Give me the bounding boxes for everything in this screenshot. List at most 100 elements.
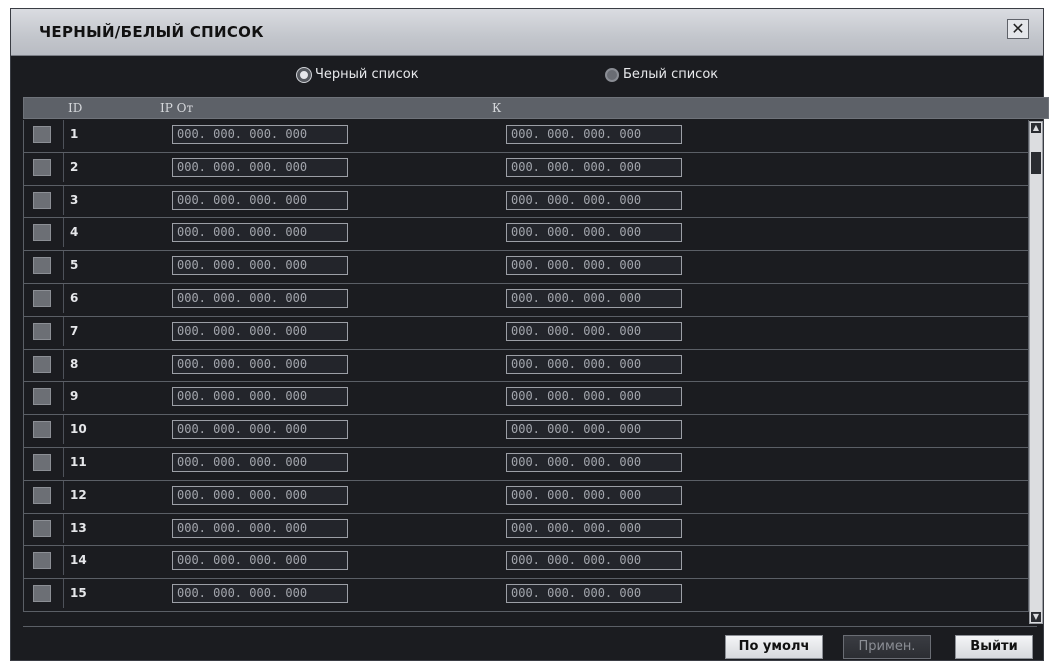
- column-divider: [63, 186, 64, 215]
- apply-button[interactable]: Примен.: [843, 635, 931, 659]
- column-divider: [63, 317, 64, 346]
- ip-to-field[interactable]: 000. 000. 000. 000: [506, 289, 682, 308]
- column-divider: [63, 546, 64, 575]
- default-button[interactable]: По умолч: [725, 635, 823, 659]
- table-row: 2 000. 000. 000. 000 000. 000. 000. 000: [23, 153, 1029, 186]
- row-checkbox[interactable]: [33, 323, 51, 340]
- row-checkbox[interactable]: [33, 487, 51, 504]
- ip-from-field[interactable]: 000. 000. 000. 000: [172, 158, 348, 177]
- scroll-thumb[interactable]: [1031, 152, 1041, 174]
- row-checkbox[interactable]: [33, 454, 51, 471]
- row-id: 10: [70, 422, 87, 436]
- table-row: 11 000. 000. 000. 000 000. 000. 000. 000: [23, 448, 1029, 481]
- header-ip-from: IP От: [160, 101, 194, 115]
- close-icon[interactable]: ✕: [1007, 19, 1029, 39]
- row-checkbox[interactable]: [33, 520, 51, 537]
- table-row: 10 000. 000. 000. 000 000. 000. 000. 000: [23, 415, 1029, 448]
- divider: [23, 626, 1037, 627]
- ip-from-field[interactable]: 000. 000. 000. 000: [172, 289, 348, 308]
- ip-from-field[interactable]: 000. 000. 000. 000: [172, 223, 348, 242]
- ip-to-field[interactable]: 000. 000. 000. 000: [506, 387, 682, 406]
- table-header: ID IP От К: [23, 97, 1049, 119]
- table-row: 7 000. 000. 000. 000 000. 000. 000. 000: [23, 317, 1029, 350]
- row-checkbox[interactable]: [33, 257, 51, 274]
- dialog-title: ЧЕРНЫЙ/БЕЛЫЙ СПИСОК: [39, 23, 264, 41]
- row-checkbox[interactable]: [33, 224, 51, 241]
- exit-button[interactable]: Выйти: [955, 635, 1033, 659]
- radio-unselected-icon: [605, 67, 619, 82]
- column-divider: [63, 120, 64, 149]
- ip-from-field[interactable]: 000. 000. 000. 000: [172, 420, 348, 439]
- ip-from-field[interactable]: 000. 000. 000. 000: [172, 584, 348, 603]
- row-checkbox[interactable]: [33, 192, 51, 209]
- row-id: 13: [70, 521, 87, 535]
- table-row: 9 000. 000. 000. 000 000. 000. 000. 000: [23, 382, 1029, 415]
- ip-from-field[interactable]: 000. 000. 000. 000: [172, 486, 348, 505]
- table-row: 13 000. 000. 000. 000 000. 000. 000. 000: [23, 514, 1029, 546]
- row-id: 15: [70, 586, 87, 600]
- ip-to-field[interactable]: 000. 000. 000. 000: [506, 256, 682, 275]
- ip-from-field[interactable]: 000. 000. 000. 000: [172, 551, 348, 570]
- row-id: 3: [70, 193, 79, 207]
- ip-to-field[interactable]: 000. 000. 000. 000: [506, 223, 682, 242]
- row-id: 5: [70, 258, 79, 272]
- column-divider: [63, 514, 64, 543]
- column-divider: [63, 481, 64, 510]
- ip-to-field[interactable]: 000. 000. 000. 000: [506, 158, 682, 177]
- row-id: 6: [70, 291, 79, 305]
- ip-to-field[interactable]: 000. 000. 000. 000: [506, 125, 682, 144]
- column-divider: [63, 284, 64, 313]
- row-id: 12: [70, 488, 87, 502]
- row-checkbox[interactable]: [33, 159, 51, 176]
- table-row: 12 000. 000. 000. 000 000. 000. 000. 000: [23, 481, 1029, 514]
- row-id: 14: [70, 553, 87, 567]
- ip-from-field[interactable]: 000. 000. 000. 000: [172, 191, 348, 210]
- row-checkbox[interactable]: [33, 585, 51, 602]
- scroll-down-icon[interactable]: ▼: [1031, 612, 1041, 622]
- row-checkbox[interactable]: [33, 126, 51, 143]
- row-checkbox[interactable]: [33, 421, 51, 438]
- ip-from-field[interactable]: 000. 000. 000. 000: [172, 519, 348, 538]
- row-id: 8: [70, 357, 79, 371]
- row-checkbox[interactable]: [33, 552, 51, 569]
- ip-from-field[interactable]: 000. 000. 000. 000: [172, 125, 348, 144]
- radio-blacklist[interactable]: Черный список: [297, 67, 419, 82]
- row-checkbox[interactable]: [33, 356, 51, 373]
- table-row: 4 000. 000. 000. 000 000. 000. 000. 000: [23, 218, 1029, 251]
- scroll-up-icon[interactable]: ▲: [1031, 123, 1041, 133]
- row-id: 1: [70, 127, 79, 141]
- ip-from-field[interactable]: 000. 000. 000. 000: [172, 387, 348, 406]
- table-row: 8 000. 000. 000. 000 000. 000. 000. 000: [23, 350, 1029, 382]
- ip-to-field[interactable]: 000. 000. 000. 000: [506, 584, 682, 603]
- scrollbar[interactable]: ▲ ▼: [1029, 121, 1043, 624]
- table-row: 1 000. 000. 000. 000 000. 000. 000. 000: [23, 120, 1029, 153]
- column-divider: [63, 579, 64, 608]
- row-id: 7: [70, 324, 79, 338]
- ip-to-field[interactable]: 000. 000. 000. 000: [506, 453, 682, 472]
- ip-from-field[interactable]: 000. 000. 000. 000: [172, 322, 348, 341]
- table-row: 15 000. 000. 000. 000 000. 000. 000. 000: [23, 579, 1029, 612]
- ip-to-field[interactable]: 000. 000. 000. 000: [506, 322, 682, 341]
- row-checkbox[interactable]: [33, 388, 51, 405]
- ip-to-field[interactable]: 000. 000. 000. 000: [506, 191, 682, 210]
- ip-from-field[interactable]: 000. 000. 000. 000: [172, 453, 348, 472]
- list-mode-selector: Черный список Белый список: [11, 67, 1043, 91]
- ip-to-field[interactable]: 000. 000. 000. 000: [506, 519, 682, 538]
- column-divider: [63, 415, 64, 444]
- ip-from-field[interactable]: 000. 000. 000. 000: [172, 256, 348, 275]
- table-row: 5 000. 000. 000. 000 000. 000. 000. 000: [23, 251, 1029, 284]
- ip-from-field[interactable]: 000. 000. 000. 000: [172, 355, 348, 374]
- table-row: 6 000. 000. 000. 000 000. 000. 000. 000: [23, 284, 1029, 317]
- row-checkbox[interactable]: [33, 290, 51, 307]
- ip-to-field[interactable]: 000. 000. 000. 000: [506, 420, 682, 439]
- ip-to-field[interactable]: 000. 000. 000. 000: [506, 486, 682, 505]
- column-divider: [63, 448, 64, 477]
- ip-to-field[interactable]: 000. 000. 000. 000: [506, 355, 682, 374]
- radio-whitelist[interactable]: Белый список: [605, 67, 718, 82]
- column-divider: [63, 350, 64, 379]
- row-id: 4: [70, 225, 79, 239]
- ip-to-field[interactable]: 000. 000. 000. 000: [506, 551, 682, 570]
- radio-selected-icon: [297, 67, 311, 82]
- table-row: 3 000. 000. 000. 000 000. 000. 000. 000: [23, 186, 1029, 218]
- header-ip-to: К: [492, 101, 502, 115]
